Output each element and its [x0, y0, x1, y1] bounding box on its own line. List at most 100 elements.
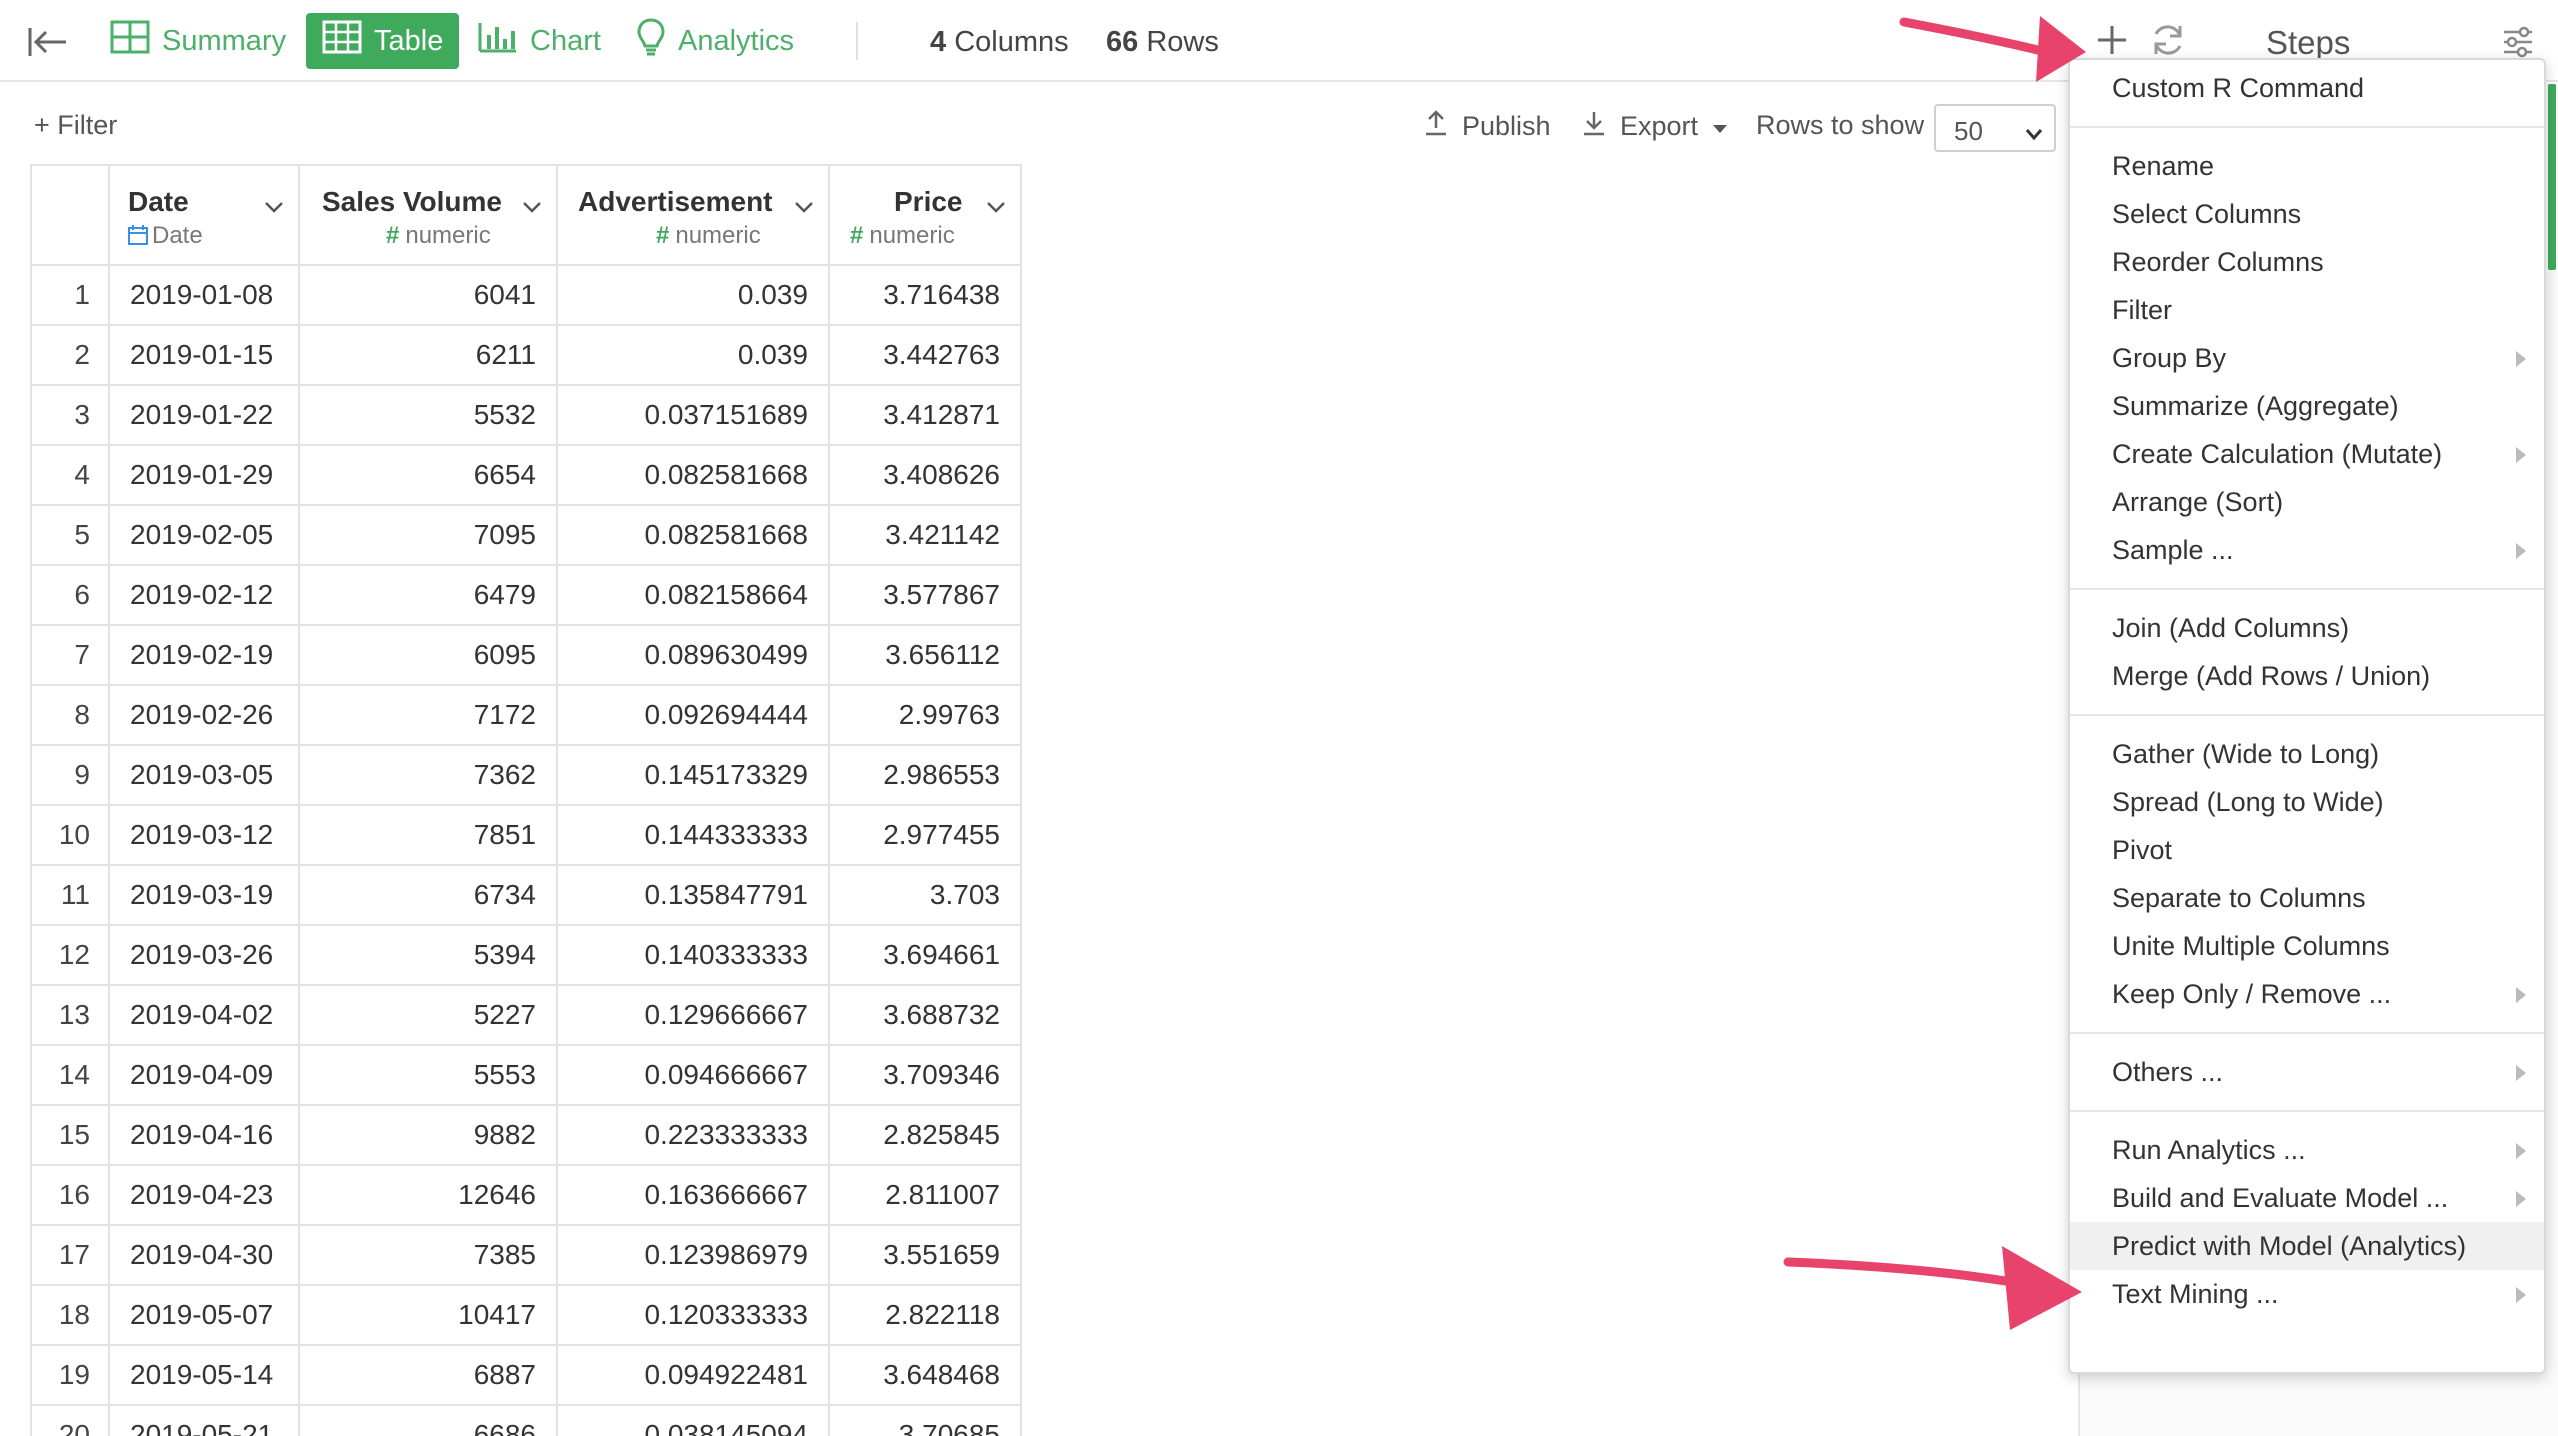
tab-summary[interactable]: Summary	[94, 13, 302, 69]
price-cell[interactable]: 3.442763	[828, 324, 1022, 386]
menu-item[interactable]: Select Columns	[2070, 190, 2544, 238]
date-cell[interactable]: 2019-03-12	[108, 804, 300, 866]
advertisement-cell[interactable]: 0.089630499	[556, 624, 830, 686]
tab-analytics[interactable]: Analytics	[620, 13, 810, 69]
advertisement-cell[interactable]: 0.039	[556, 324, 830, 386]
export-button[interactable]: Export	[1582, 110, 1728, 143]
sales-volume-cell[interactable]: 5394	[298, 924, 558, 986]
price-cell[interactable]: 2.825845	[828, 1104, 1022, 1166]
sales-volume-cell[interactable]: 7385	[298, 1224, 558, 1286]
price-cell[interactable]: 3.703	[828, 864, 1022, 926]
sales-volume-cell[interactable]: 10417	[298, 1284, 558, 1346]
menu-item[interactable]: Unite Multiple Columns	[2070, 922, 2544, 970]
date-cell[interactable]: 2019-05-14	[108, 1344, 300, 1406]
price-cell[interactable]: 3.656112	[828, 624, 1022, 686]
sales-volume-cell[interactable]: 7362	[298, 744, 558, 806]
sales-volume-cell[interactable]: 5227	[298, 984, 558, 1046]
advertisement-cell[interactable]: 0.082581668	[556, 504, 830, 566]
collapse-panel-icon[interactable]	[26, 22, 70, 62]
advertisement-cell[interactable]: 0.039	[556, 264, 830, 326]
price-cell[interactable]: 3.412871	[828, 384, 1022, 446]
menu-item[interactable]: Build and Evaluate Model ...	[2070, 1174, 2544, 1222]
date-cell[interactable]: 2019-01-22	[108, 384, 300, 446]
date-cell[interactable]: 2019-03-19	[108, 864, 300, 926]
sales-volume-cell[interactable]: 12646	[298, 1164, 558, 1226]
sales-volume-cell[interactable]: 6887	[298, 1344, 558, 1406]
menu-item[interactable]: Others ...	[2070, 1048, 2544, 1096]
refresh-icon[interactable]	[2148, 20, 2188, 60]
advertisement-cell[interactable]: 0.123986979	[556, 1224, 830, 1286]
menu-item[interactable]: Predict with Model (Analytics)	[2070, 1222, 2544, 1270]
advertisement-cell[interactable]: 0.092694444	[556, 684, 830, 746]
date-cell[interactable]: 2019-04-09	[108, 1044, 300, 1106]
advertisement-cell[interactable]: 0.038145094	[556, 1404, 830, 1436]
column-header-advertisement[interactable]: Advertisement # numeric	[556, 164, 830, 266]
column-menu-chevron-icon[interactable]	[520, 194, 544, 218]
date-cell[interactable]: 2019-05-07	[108, 1284, 300, 1346]
price-cell[interactable]: 3.688732	[828, 984, 1022, 1046]
advertisement-cell[interactable]: 0.140333333	[556, 924, 830, 986]
date-cell[interactable]: 2019-04-02	[108, 984, 300, 1046]
advertisement-cell[interactable]: 0.094922481	[556, 1344, 830, 1406]
menu-item[interactable]: Spread (Long to Wide)	[2070, 778, 2544, 826]
menu-item[interactable]: Custom R Command	[2070, 64, 2544, 112]
sales-volume-cell[interactable]: 6479	[298, 564, 558, 626]
price-cell[interactable]: 3.648468	[828, 1344, 1022, 1406]
price-cell[interactable]: 3.716438	[828, 264, 1022, 326]
advertisement-cell[interactable]: 0.163666667	[556, 1164, 830, 1226]
date-cell[interactable]: 2019-02-05	[108, 504, 300, 566]
sales-volume-cell[interactable]: 5532	[298, 384, 558, 446]
tab-table[interactable]: Table	[306, 13, 460, 69]
column-header-price[interactable]: Price # numeric	[828, 164, 1022, 266]
price-cell[interactable]: 2.977455	[828, 804, 1022, 866]
add-step-plus-icon[interactable]	[2090, 18, 2134, 62]
sales-volume-cell[interactable]: 7851	[298, 804, 558, 866]
price-cell[interactable]: 3.709346	[828, 1044, 1022, 1106]
price-cell[interactable]: 3.408626	[828, 444, 1022, 506]
column-header-sales-volume[interactable]: Sales Volume # numeric	[298, 164, 558, 266]
price-cell[interactable]: 2.822118	[828, 1284, 1022, 1346]
menu-item[interactable]: Group By	[2070, 334, 2544, 382]
date-cell[interactable]: 2019-02-12	[108, 564, 300, 626]
sales-volume-cell[interactable]: 7095	[298, 504, 558, 566]
advertisement-cell[interactable]: 0.135847791	[556, 864, 830, 926]
sales-volume-cell[interactable]: 6041	[298, 264, 558, 326]
menu-item[interactable]: Separate to Columns	[2070, 874, 2544, 922]
settings-sliders-icon[interactable]	[2500, 24, 2536, 60]
menu-item[interactable]: Pivot	[2070, 826, 2544, 874]
tab-chart[interactable]: Chart	[462, 13, 617, 69]
date-cell[interactable]: 2019-02-26	[108, 684, 300, 746]
sales-volume-cell[interactable]: 6654	[298, 444, 558, 506]
advertisement-cell[interactable]: 0.120333333	[556, 1284, 830, 1346]
advertisement-cell[interactable]: 0.129666667	[556, 984, 830, 1046]
advertisement-cell[interactable]: 0.223333333	[556, 1104, 830, 1166]
date-cell[interactable]: 2019-01-15	[108, 324, 300, 386]
column-header-date[interactable]: Date Date	[108, 164, 300, 266]
advertisement-cell[interactable]: 0.144333333	[556, 804, 830, 866]
menu-item[interactable]: Summarize (Aggregate)	[2070, 382, 2544, 430]
menu-item[interactable]: Sample ...	[2070, 526, 2544, 574]
advertisement-cell[interactable]: 0.145173329	[556, 744, 830, 806]
price-cell[interactable]: 2.99763	[828, 684, 1022, 746]
date-cell[interactable]: 2019-01-08	[108, 264, 300, 326]
price-cell[interactable]: 3.70685	[828, 1404, 1022, 1436]
price-cell[interactable]: 2.811007	[828, 1164, 1022, 1226]
price-cell[interactable]: 3.694661	[828, 924, 1022, 986]
menu-item[interactable]: Arrange (Sort)	[2070, 478, 2544, 526]
sales-volume-cell[interactable]: 9882	[298, 1104, 558, 1166]
advertisement-cell[interactable]: 0.082158664	[556, 564, 830, 626]
sales-volume-cell[interactable]: 6211	[298, 324, 558, 386]
price-cell[interactable]: 3.421142	[828, 504, 1022, 566]
price-cell[interactable]: 3.577867	[828, 564, 1022, 626]
sales-volume-cell[interactable]: 6686	[298, 1404, 558, 1436]
menu-item[interactable]: Create Calculation (Mutate)	[2070, 430, 2544, 478]
date-cell[interactable]: 2019-04-23	[108, 1164, 300, 1226]
menu-item[interactable]: Merge (Add Rows / Union)	[2070, 652, 2544, 700]
date-cell[interactable]: 2019-03-26	[108, 924, 300, 986]
rows-to-show-select[interactable]: 50	[1934, 104, 2056, 152]
column-menu-chevron-icon[interactable]	[984, 194, 1008, 218]
price-cell[interactable]: 3.551659	[828, 1224, 1022, 1286]
menu-item[interactable]: Filter	[2070, 286, 2544, 334]
menu-item[interactable]: Keep Only / Remove ...	[2070, 970, 2544, 1018]
date-cell[interactable]: 2019-02-19	[108, 624, 300, 686]
